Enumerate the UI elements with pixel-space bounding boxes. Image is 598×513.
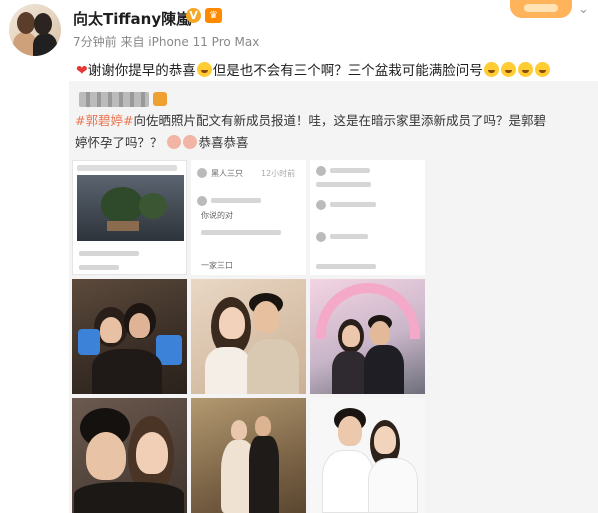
person-face: [136, 432, 168, 474]
post-text-part2: 但是也不会有三个啊？三个盆栽可能满脸问号: [212, 63, 483, 79]
post-text-part1: 谢谢你提早的恭喜: [87, 63, 196, 79]
heart-icon: ❤: [76, 63, 88, 79]
repost-author-blurred: [79, 92, 149, 107]
reply-avatar: [316, 232, 326, 242]
avatar-figure: [33, 33, 57, 56]
member-crown-icon: ♛: [205, 8, 222, 23]
person-body: [322, 450, 374, 513]
person-face: [100, 317, 122, 343]
bonsai-tree: [139, 193, 167, 219]
reply-line: [330, 202, 376, 207]
person-face: [342, 325, 360, 347]
post-header: 向太Tiffany陳嵐 V ♛ 7分钟前 来自 iPhone 11 Pro Ma…: [0, 0, 598, 56]
person-body: [92, 349, 162, 394]
repost-text: 恭喜恭喜: [198, 135, 249, 150]
comment-avatar: [197, 168, 207, 178]
emoji-icon: [182, 135, 197, 149]
person-face: [338, 416, 362, 446]
image-screenshot-replies[interactable]: [310, 160, 425, 275]
reply-line: [330, 234, 368, 239]
person-face: [86, 432, 126, 480]
person-face: [374, 426, 396, 454]
user-avatar[interactable]: [9, 4, 61, 56]
comment-text: 你说的对: [201, 211, 233, 220]
person-face: [370, 321, 390, 345]
person-face: [219, 307, 245, 339]
emoji-icon: [166, 135, 181, 149]
image-photo-selfie[interactable]: [72, 398, 187, 513]
laugh-emoji-icon: [534, 62, 550, 77]
image-photo-balloons[interactable]: [310, 279, 425, 394]
bonsai-tree: [101, 187, 143, 221]
person-body: [205, 347, 251, 394]
username[interactable]: 向太Tiffany陳嵐: [73, 8, 191, 29]
image-screenshot-bonsai[interactable]: [72, 160, 187, 275]
avatar-figure: [34, 13, 52, 35]
corner-badge: [510, 0, 572, 18]
laugh-emoji-icon: [196, 62, 212, 77]
person-body: [247, 339, 299, 394]
reply-line: [316, 182, 371, 187]
comment-line: [211, 198, 261, 203]
repost-text-line2: 婷怀孕了吗？？ 恭喜恭喜: [75, 132, 249, 151]
repost-text-line1: #郭碧婷#向佐晒照片配文有新成员报道！哇，这是在暗示家里添新成员了吗？是郭碧: [75, 110, 546, 129]
bonsai-photo: [77, 175, 184, 241]
person-face: [253, 301, 279, 333]
thumbs-up-sign-icon: [78, 329, 100, 355]
comment-avatar: [197, 196, 207, 206]
image-screenshot-comments[interactable]: 黑人三只 12小时前 你说的对 一家三口: [191, 160, 306, 275]
repost-badge-icon: [153, 92, 167, 106]
comment-time: 12小时前: [261, 169, 296, 178]
image-photo-wedding[interactable]: [191, 398, 306, 513]
image-photo-couple[interactable]: [191, 279, 306, 394]
post-text: ❤谢谢你提早的恭喜 但是也不会有三个啊？三个盆栽可能满脸问号: [76, 59, 551, 79]
person-face: [255, 416, 271, 436]
repost-text: 向佐晒照片配文有新成员报道！哇，这是在暗示家里添新成员了吗？是郭碧: [133, 113, 546, 128]
screenshot-line: [79, 265, 119, 270]
laugh-emoji-icon: [500, 62, 516, 77]
post-meta: 7分钟前 来自 iPhone 11 Pro Max: [73, 35, 260, 49]
avatar-figure: [17, 12, 35, 34]
person-face: [231, 420, 247, 440]
image-photo-couple-white[interactable]: [310, 398, 425, 513]
reply-avatar: [316, 200, 326, 210]
reply-line: [316, 264, 376, 269]
person-suit: [249, 436, 279, 513]
hashtag-link[interactable]: #郭碧婷#: [75, 113, 133, 128]
reply-avatar: [316, 166, 326, 176]
verified-badge-icon: V: [186, 8, 201, 23]
tongue-emoji-icon: [483, 62, 499, 77]
screenshot-header-bar: [77, 165, 177, 171]
person-body: [364, 345, 404, 394]
person-body: [368, 458, 418, 513]
person-body: [332, 351, 368, 394]
bonsai-pot: [107, 221, 139, 231]
repost-text: 婷怀孕了吗？？: [75, 135, 163, 150]
reply-line: [330, 168, 370, 173]
image-photo-thumbs-up[interactable]: [72, 279, 187, 394]
person-face: [129, 313, 150, 338]
comment-line: [201, 230, 281, 235]
screenshot-line: [79, 251, 139, 256]
balloon-arch: [316, 283, 420, 339]
laugh-emoji-icon: [517, 62, 533, 77]
comment-text: 黑人三只: [211, 169, 243, 178]
comment-text: 一家三口: [201, 261, 233, 270]
chevron-down-icon[interactable]: ⌄: [578, 2, 589, 17]
person-body: [74, 482, 184, 513]
